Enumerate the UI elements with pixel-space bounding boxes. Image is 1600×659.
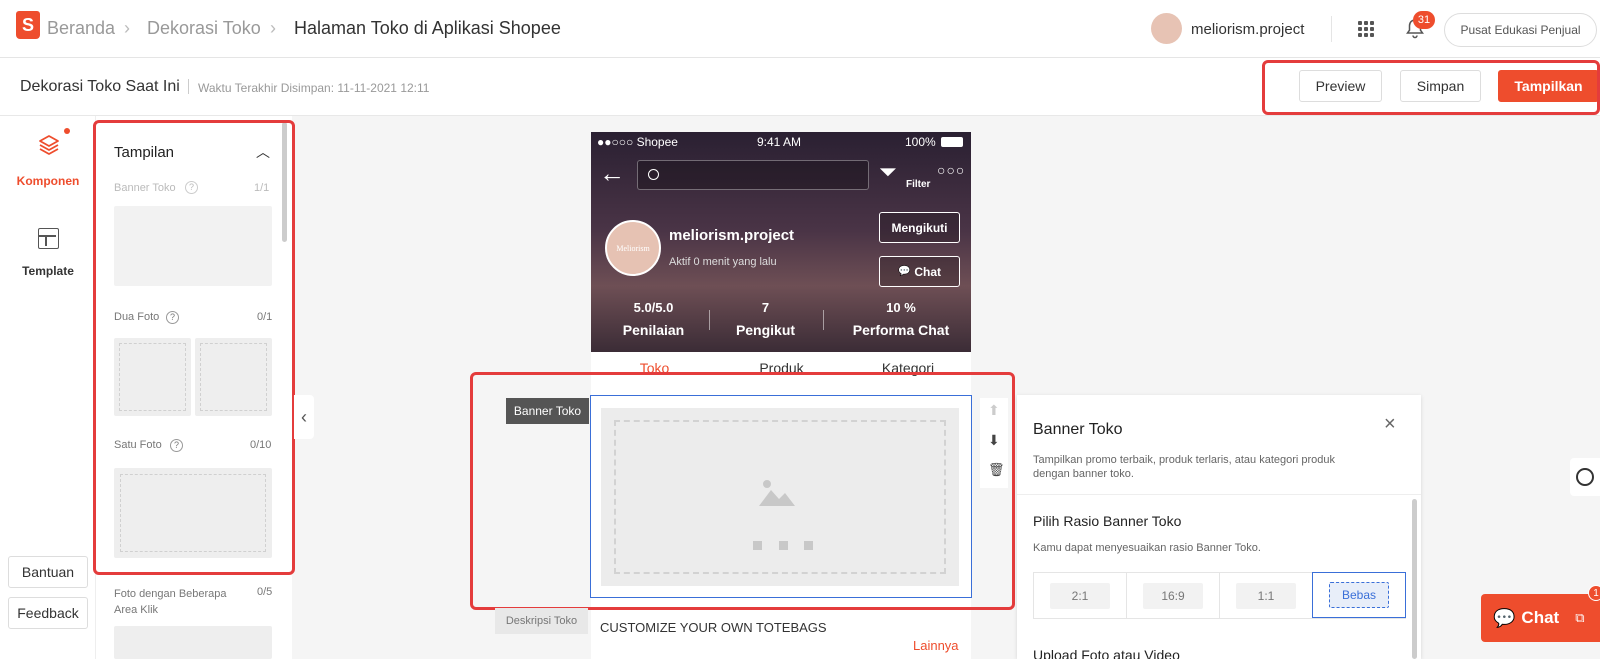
ratio-label: Bebas	[1329, 582, 1389, 608]
active-status: Aktif 0 menit yang lalu	[669, 256, 777, 268]
banner-highlight	[470, 372, 1015, 610]
last-saved-text: Waktu Terakhir Disimpan: 11-11-2021 12:1…	[198, 81, 430, 95]
search-input[interactable]	[637, 160, 869, 190]
chat-button-label: Chat	[914, 264, 942, 279]
username[interactable]: meliorism.project	[1191, 21, 1304, 38]
stat-label: Penilaian	[622, 322, 685, 338]
ratio-title: Pilih Rasio Banner Toko	[1033, 513, 1182, 529]
breadcrumb-home[interactable]: Beranda	[47, 18, 115, 39]
stat-value: 10 %	[886, 300, 916, 315]
search-icon	[648, 169, 659, 180]
status-time: 9:41 AM	[757, 135, 802, 149]
stat-label: Performa Chat	[852, 322, 950, 338]
banner-settings-panel: Banner Toko × Tampilkan promo terbaik, p…	[1017, 395, 1421, 659]
phone-preview: ●●○○○ Shopee 9:41 AM 100% ← ⏷ Filter ○○○…	[591, 132, 971, 392]
ratio-option-1-1[interactable]: 1:1	[1220, 573, 1313, 619]
divider	[188, 79, 189, 94]
divider	[709, 310, 710, 330]
expand-icon[interactable]: ⧉	[1575, 610, 1584, 626]
back-arrow-icon[interactable]: ←	[599, 158, 625, 189]
nav-komponen-label: Komponen	[16, 174, 80, 188]
stat-value: 7	[761, 300, 770, 315]
follow-button[interactable]: Mengikuti	[879, 212, 960, 243]
item-label: Foto dengan Beberapa Area Klik	[114, 588, 227, 616]
action-buttons-highlight	[1262, 60, 1600, 115]
help-button[interactable]: Bantuan	[8, 556, 88, 588]
collapse-panel-button[interactable]: ‹	[294, 395, 314, 439]
item-count: 0/5	[257, 586, 273, 598]
chat-button[interactable]: 💬 Chat	[879, 256, 960, 287]
divider	[1331, 16, 1332, 42]
upload-title: Upload Foto atau Video	[1033, 647, 1180, 659]
shop-name: meliorism.project	[669, 227, 795, 244]
scrollbar[interactable]	[1412, 499, 1417, 659]
close-icon[interactable]: ×	[1384, 413, 1396, 436]
template-icon	[38, 228, 59, 249]
shop-avatar: Meliorism	[605, 220, 661, 276]
divider	[1017, 494, 1421, 495]
layers-icon	[38, 134, 60, 156]
description-tag: Deskripsi Toko	[495, 608, 588, 634]
ratio-selector: 2:1 16:9 1:1 Bebas	[1033, 572, 1406, 619]
multi-area-thumbnail[interactable]	[114, 626, 272, 659]
ratio-label: 16:9	[1143, 583, 1203, 609]
nav-template[interactable]: Template	[0, 228, 96, 278]
avatar[interactable]	[1151, 13, 1182, 44]
more-icon[interactable]: ○○○	[937, 162, 965, 178]
stat-label: Pengikut	[735, 322, 796, 338]
panel-highlight	[93, 120, 295, 575]
avatar-logo-text: Meliorism	[616, 243, 650, 253]
chat-badge: 1	[1588, 585, 1600, 601]
edu-center-button[interactable]: Pusat Edukasi Penjual	[1444, 13, 1597, 47]
more-link[interactable]: Lainnya	[913, 638, 959, 653]
status-carrier: ●●○○○ Shopee	[597, 135, 678, 149]
divider	[823, 310, 824, 330]
page-title: Halaman Toko di Aplikasi Shopee	[294, 18, 561, 38]
nav-template-label: Template	[22, 264, 74, 278]
shop-description: CUSTOMIZE YOUR OWN TOTEBAGS	[600, 620, 827, 635]
filter-label[interactable]: Filter	[906, 179, 930, 190]
ratio-label: 2:1	[1050, 583, 1110, 609]
breadcrumb-decoration[interactable]: Dekorasi Toko	[147, 18, 261, 39]
support-tab[interactable]	[1570, 458, 1600, 496]
left-nav: Komponen Template Bantuan Feedback	[0, 116, 96, 659]
chat-bubble-icon: 💬	[1493, 607, 1516, 628]
ratio-option-16-9[interactable]: 16:9	[1127, 573, 1220, 619]
ratio-option-free[interactable]: Bebas	[1312, 572, 1406, 618]
apps-grid-icon[interactable]	[1358, 21, 1374, 37]
settings-desc: Tampilkan promo terbaik, produk terlaris…	[1033, 454, 1336, 480]
nav-komponen[interactable]: Komponen	[0, 128, 96, 194]
settings-title: Banner Toko	[1033, 421, 1123, 438]
shopee-logo-icon[interactable]: S	[16, 11, 40, 39]
battery-icon	[941, 137, 963, 147]
chat-bubble-icon: 💬	[897, 266, 911, 277]
feedback-button[interactable]: Feedback	[8, 597, 88, 629]
headset-icon	[1576, 468, 1594, 486]
floating-chat-button[interactable]: 💬 Chat ⧉	[1481, 594, 1600, 642]
red-dot	[64, 128, 70, 134]
ratio-label: 1:1	[1236, 583, 1296, 609]
ratio-desc: Kamu dapat menyesuaikan rasio Banner Tok…	[1033, 542, 1261, 554]
floating-chat-label: Chat	[1521, 608, 1560, 627]
notification-badge: 31	[1413, 11, 1435, 29]
shop-header: ●●○○○ Shopee 9:41 AM 100% ← ⏷ Filter ○○○…	[591, 132, 971, 352]
decoration-title: Dekorasi Toko Saat Ini	[20, 78, 180, 95]
stat-value: 5.0/5.0	[633, 300, 674, 315]
filter-icon[interactable]: ⏷	[879, 159, 897, 185]
status-battery: 100%	[905, 135, 936, 149]
top-bar: S Beranda › Dekorasi Toko › Halaman Toko…	[0, 0, 1600, 58]
chevron-right-icon: ›	[270, 18, 276, 38]
chevron-right-icon: ›	[124, 18, 130, 38]
ratio-option-2-1[interactable]: 2:1	[1034, 573, 1127, 619]
